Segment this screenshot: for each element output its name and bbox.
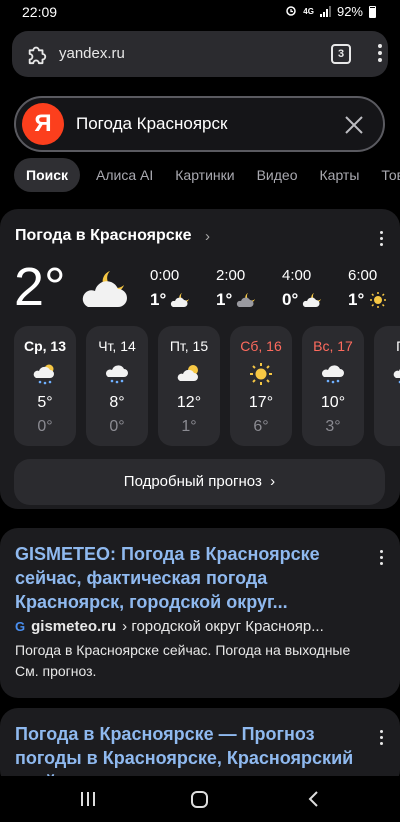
extensions-icon[interactable]	[26, 43, 48, 65]
day-card[interactable]: Вс, 17 10° 3°	[302, 326, 364, 446]
detailed-forecast-button[interactable]: Подробный прогноз ›	[14, 459, 385, 505]
battery-icon	[369, 5, 376, 18]
search-result: GISMETEO: Погода в Красноярске сейчас, ф…	[0, 528, 400, 698]
hour-item: 2:00 1°	[216, 267, 282, 310]
day-low: 4	[374, 418, 400, 436]
tab-alice[interactable]: Алиса AI	[90, 158, 159, 192]
result-menu-icon[interactable]	[380, 550, 384, 565]
cloud-moon-icon	[303, 293, 322, 307]
browser-menu-icon[interactable]	[378, 44, 382, 62]
day-label: Ср, 13	[23, 338, 66, 354]
hour-time: 0:00	[150, 267, 180, 284]
back-icon[interactable]	[306, 791, 322, 807]
day-high: 8°	[109, 394, 125, 411]
system-nav-bar	[0, 776, 400, 822]
day-label: Чт, 14	[98, 338, 136, 354]
cloud-sun-rain-icon	[393, 369, 400, 384]
search-categories: Поиск Алиса AI Картинки Видео Карты Тов	[14, 158, 400, 192]
cloud-moon-icon	[82, 271, 127, 307]
weather-title[interactable]: Погода в Красноярске	[15, 227, 192, 245]
chevron-right-icon: ›	[205, 228, 210, 245]
weather-widget: Погода в Красноярске › 2° 0:00 1° 2:00 1…	[0, 209, 400, 509]
day-low: 1°	[181, 418, 197, 435]
cloud-sun-icon	[177, 365, 198, 381]
home-icon[interactable]	[191, 791, 208, 808]
chevron-right-icon: ›	[266, 473, 276, 490]
status-time: 22:09	[22, 4, 58, 20]
alarm-icon	[285, 4, 297, 19]
hour-time: 6:00	[348, 267, 378, 284]
result-snippet: Погода в Красноярске сейчас. Погода на в…	[15, 642, 351, 679]
tab-maps[interactable]: Карты	[314, 158, 366, 192]
day-high: 17°	[248, 394, 274, 411]
day-high: 12°	[176, 394, 202, 411]
hour-item: 4:00 0°	[282, 267, 348, 310]
yandex-logo[interactable]: Я	[22, 103, 64, 145]
day-label: Пн	[374, 338, 400, 354]
day-card[interactable]: Пн 1 4	[374, 326, 400, 446]
detailed-forecast-label: Подробный прогноз	[123, 473, 262, 490]
day-low: 0°	[109, 418, 125, 435]
status-bar: 22:09 4G 92%	[0, 0, 400, 24]
source-host: gismeteo.ru	[31, 618, 117, 635]
day-high: 1	[374, 394, 400, 412]
day-low: 3°	[325, 418, 341, 435]
search-query[interactable]: Погода Красноярск	[76, 114, 227, 134]
current-temperature: 2°	[14, 257, 66, 317]
day-low: 0°	[37, 418, 53, 435]
tab-video[interactable]: Видео	[251, 158, 304, 192]
url-bar[interactable]: yandex.ru 3	[12, 31, 388, 77]
tab-images[interactable]: Картинки	[169, 158, 240, 192]
weather-menu-icon[interactable]	[380, 231, 384, 246]
day-card[interactable]: Ср, 13 5° 0°	[14, 326, 76, 446]
cloud-moon-icon	[171, 293, 190, 307]
hour-temp: 1°	[348, 290, 365, 309]
day-label: Пт, 15	[169, 338, 209, 354]
day-high: 5°	[37, 394, 53, 411]
source-path: › городской округ Краснояр...	[122, 618, 324, 635]
search-field[interactable]: Я Погода Красноярск	[14, 96, 385, 152]
result-title-link[interactable]: GISMETEO: Погода в Красноярске сейчас, ф…	[15, 542, 365, 614]
hour-temp: 1°	[150, 290, 167, 309]
clear-icon[interactable]	[343, 114, 365, 136]
result-source[interactable]: G gismeteo.ru › городской округ Краснояр…	[15, 618, 324, 635]
day-high: 10°	[320, 394, 346, 411]
hour-item: 6:00 1°	[348, 267, 400, 310]
recents-icon[interactable]	[81, 792, 95, 806]
battery-percent: 92%	[336, 4, 363, 19]
signal-icon	[319, 6, 331, 17]
cloud-sun-rain-icon	[33, 364, 54, 385]
sun-icon	[370, 292, 387, 308]
gismeteo-favicon-icon: G	[15, 619, 26, 634]
hourly-forecast: 0:00 1° 2:00 1° 4:00 0° 6:00 1°	[150, 267, 400, 310]
tab-products[interactable]: Тов	[375, 158, 400, 192]
sun-icon	[250, 363, 272, 385]
day-low: 6°	[253, 418, 269, 435]
cloud-rain-icon	[105, 365, 128, 384]
tab-switcher-button[interactable]: 3	[331, 44, 351, 64]
status-icons: 4G 92%	[285, 4, 376, 19]
url-text[interactable]: yandex.ru	[59, 45, 125, 62]
cloud-moon-icon	[237, 293, 256, 307]
hour-time: 2:00	[216, 267, 246, 284]
day-label: Вс, 17	[313, 338, 353, 354]
cloud-rain-icon	[321, 365, 344, 384]
network-type: 4G	[303, 6, 314, 16]
day-card[interactable]: Пт, 15 12° 1°	[158, 326, 220, 446]
tab-search[interactable]: Поиск	[14, 158, 81, 192]
hour-temp: 0°	[282, 290, 299, 309]
hour-temp: 1°	[216, 290, 233, 309]
daily-forecast: Ср, 13 5° 0° Чт, 14 8° 0° Пт, 15 12° 1° …	[14, 326, 400, 446]
day-card[interactable]: Чт, 14 8° 0°	[86, 326, 148, 446]
hour-item: 0:00 1°	[150, 267, 216, 310]
day-label: Сб, 16	[240, 338, 282, 354]
result-menu-icon[interactable]	[380, 730, 384, 745]
hour-time: 4:00	[282, 267, 312, 284]
day-card[interactable]: Сб, 16 17° 6°	[230, 326, 292, 446]
